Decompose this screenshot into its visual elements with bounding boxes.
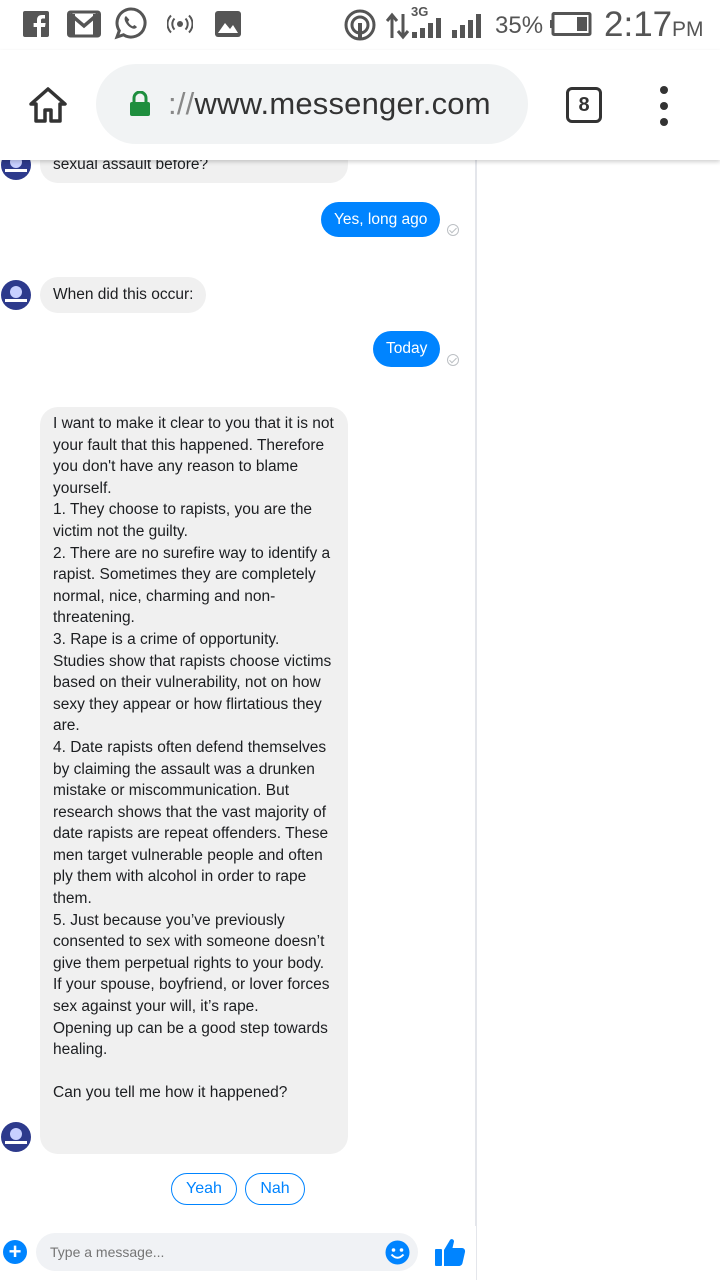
bot-avatar-icon (5, 286, 27, 302)
message-bubble-outgoing: Today (373, 331, 441, 367)
network-type: 3G (411, 4, 429, 19)
message-text: sexual assault before? (53, 160, 209, 173)
home-icon[interactable] (28, 86, 68, 124)
message-paragraph: I want to make it clear to you that it i… (53, 415, 334, 497)
clock-time: 2:17 (604, 5, 673, 44)
message-text: Yes, long ago (334, 211, 428, 228)
address-bar[interactable]: ://www.messenger.com (96, 64, 528, 144)
message-paragraph: 3. Rape is a crime of opportunity. Studi… (53, 630, 332, 735)
status-bar: 3G 35% 2:17 PM (0, 0, 720, 50)
quick-reply-nah[interactable]: Nah (245, 1173, 305, 1205)
thumbs-up-icon[interactable] (434, 1237, 466, 1267)
message-composer: + (0, 1226, 476, 1280)
avatar (1, 160, 31, 180)
message-paragraph (53, 1061, 335, 1083)
quick-reply-yeah[interactable]: Yeah (171, 1173, 237, 1205)
tab-switcher-button[interactable]: 8 (566, 87, 602, 123)
battery-icon (550, 12, 592, 36)
emoji-icon[interactable] (385, 1240, 410, 1265)
hotspot-icon (344, 9, 376, 41)
avatar (1, 1122, 31, 1152)
signal-icon (452, 14, 481, 38)
clock-ampm: PM (672, 18, 704, 41)
sent-check-icon (447, 354, 459, 366)
message-paragraph: 2. There are no surefire way to identify… (53, 544, 331, 627)
gmail-icon (67, 10, 101, 38)
signal-icon (412, 18, 441, 38)
screen: 3G 35% 2:17 PM ://www.messenger.com 8 se… (0, 0, 720, 1280)
bot-avatar-icon (5, 160, 27, 172)
browser-toolbar: ://www.messenger.com 8 (0, 50, 720, 160)
more-vert-icon[interactable] (652, 86, 676, 126)
message-paragraph: 1. They choose to rapists, you are the v… (53, 501, 313, 540)
lock-icon (130, 91, 150, 116)
data-arrows-icon (386, 12, 410, 40)
whatsapp-icon (114, 7, 147, 40)
message-bubble-incoming: When did this occur: (40, 277, 207, 313)
message-input[interactable] (36, 1233, 418, 1271)
message-text: Today (386, 340, 428, 357)
message-bubble-incoming: I want to make it clear to you that it i… (40, 407, 348, 1154)
sent-check-icon (447, 224, 459, 236)
url-scheme: :// (168, 86, 195, 121)
url-text: ://www.messenger.com (168, 86, 491, 122)
bot-avatar-icon (5, 1128, 27, 1144)
message-question: Can you tell me how it happened? (53, 1084, 288, 1102)
plus-icon[interactable]: + (3, 1240, 27, 1264)
conversation-pane: sexual assault before? Yes, long ago Whe… (0, 160, 476, 1226)
message-bubble-outgoing: Yes, long ago (321, 202, 441, 237)
facebook-icon (23, 11, 49, 37)
message-bubble-incoming: sexual assault before? (40, 160, 348, 183)
broadcast-icon (167, 14, 193, 34)
message-paragraph: 4. Date rapists often defend themselves … (53, 738, 329, 908)
message-text: When did this occur: (53, 286, 194, 303)
avatar (1, 280, 31, 310)
message-paragraph: Opening up can be a good step towards he… (53, 1019, 328, 1059)
gallery-icon (215, 11, 241, 37)
message-paragraph: 5. Just because you’ve previously consen… (53, 911, 330, 1016)
url-host: www.messenger.com (194, 86, 491, 121)
battery-percent: 35% (495, 12, 544, 39)
